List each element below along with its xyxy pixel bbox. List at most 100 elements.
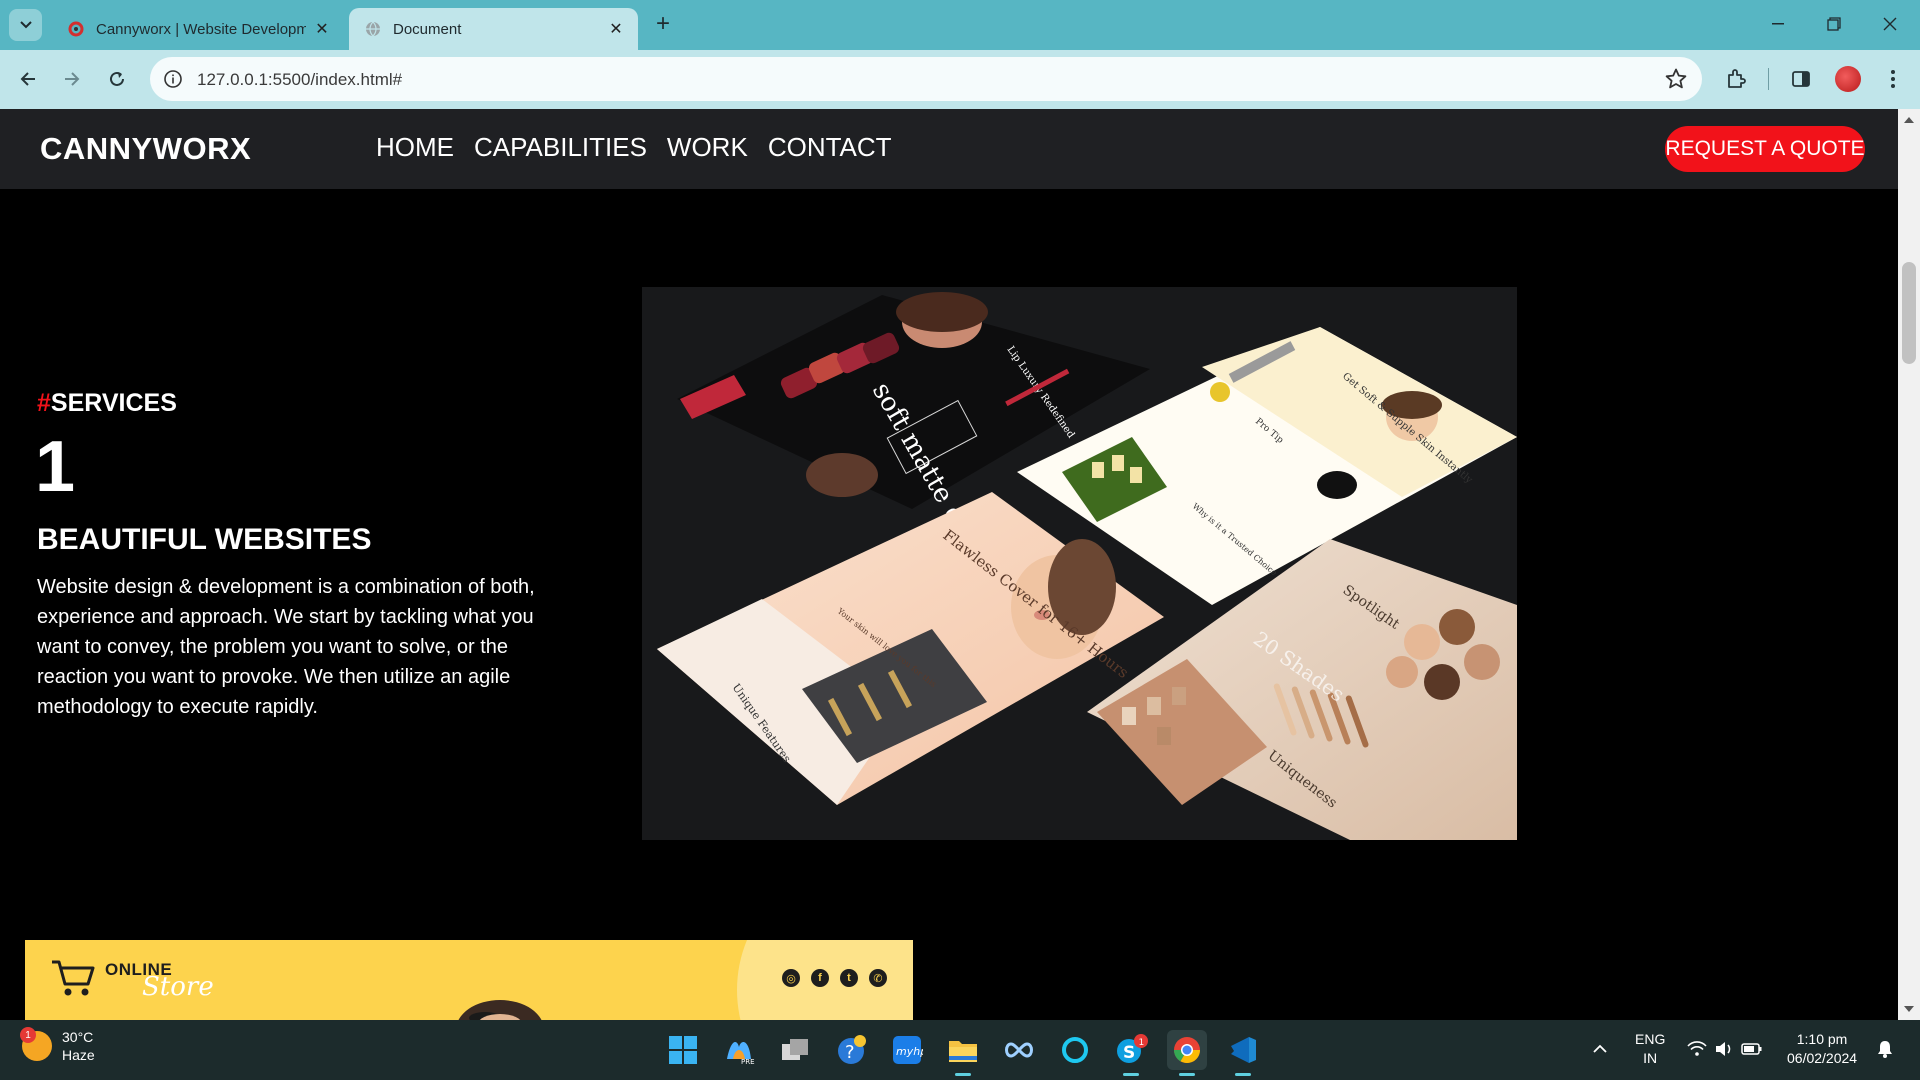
- weather-temperature: 30°C: [62, 1029, 94, 1045]
- nav-capabilities[interactable]: CAPABILITIES: [474, 132, 647, 163]
- puzzle-icon: [1728, 69, 1746, 88]
- extensions-button[interactable]: [1723, 66, 1749, 92]
- bookmark-star-icon[interactable]: [1664, 67, 1688, 91]
- side-panel-icon: [1792, 71, 1810, 87]
- language-indicator[interactable]: ENG IN: [1635, 1030, 1665, 1068]
- chrome-app[interactable]: [1167, 1030, 1207, 1076]
- store-logo-store: Store: [142, 972, 214, 1002]
- svg-text:PRE: PRE: [741, 1058, 755, 1065]
- file-explorer-app[interactable]: [943, 1030, 983, 1076]
- weather-sun-icon: 1: [20, 1027, 52, 1061]
- weather-badge: 1: [20, 1027, 36, 1043]
- weather-widget[interactable]: 1 30°C Haze: [20, 1027, 95, 1064]
- minimize-button[interactable]: [1750, 0, 1805, 48]
- tab-search-button[interactable]: [9, 9, 42, 41]
- cortana-app[interactable]: [1055, 1030, 1095, 1070]
- meta-app[interactable]: [999, 1030, 1039, 1070]
- section-tag-hash: #: [37, 389, 51, 417]
- service-title: BEAUTIFUL WEBSITES: [37, 523, 372, 556]
- section-tag-label: SERVICES: [50, 389, 177, 417]
- scrollbar-thumb[interactable]: [1902, 262, 1916, 364]
- weather-condition: Haze: [62, 1047, 95, 1063]
- myhp-app[interactable]: myhp: [887, 1030, 927, 1070]
- reload-button[interactable]: [102, 64, 132, 94]
- service-description: Website design & development is a combin…: [37, 576, 535, 718]
- toolbar-separator: [1768, 68, 1769, 90]
- help-app[interactable]: ?: [831, 1030, 871, 1070]
- profile-avatar[interactable]: [1835, 66, 1861, 92]
- nav-home[interactable]: HOME: [376, 132, 454, 163]
- browser-toolbar: 127.0.0.1:5500/index.html#: [0, 50, 1920, 109]
- reload-icon: [110, 71, 124, 86]
- svg-text:S: S: [1123, 1043, 1135, 1063]
- tab-cannyworx[interactable]: Cannyworx | Website Developm ✕: [52, 8, 344, 50]
- request-quote-button[interactable]: REQUEST A QUOTE: [1665, 126, 1865, 172]
- globe-icon: [366, 21, 380, 37]
- show-hidden-icons[interactable]: [1592, 1040, 1608, 1059]
- restore-icon: [1826, 17, 1841, 31]
- minimize-icon: [1771, 23, 1784, 25]
- start-button[interactable]: [663, 1030, 703, 1070]
- language-code: ENG: [1635, 1031, 1666, 1047]
- address-bar[interactable]: 127.0.0.1:5500/index.html#: [150, 57, 1702, 101]
- close-window-button[interactable]: [1862, 0, 1917, 48]
- page-viewport: CANNYWORX HOME CAPABILITIES WORK CONTACT…: [0, 109, 1898, 1020]
- quick-settings[interactable]: [1686, 1039, 1766, 1064]
- facebook-icon[interactable]: f: [811, 969, 829, 987]
- whatsapp-icon[interactable]: ✆: [869, 969, 887, 987]
- svg-text:myhp: myhp: [896, 1045, 923, 1058]
- url-text[interactable]: 127.0.0.1:5500/index.html#: [197, 70, 402, 90]
- task-view-app[interactable]: [775, 1030, 815, 1070]
- new-tab-button[interactable]: +: [650, 10, 676, 37]
- cannyworx-favicon-icon: [68, 21, 84, 37]
- restore-button[interactable]: [1806, 0, 1861, 48]
- service-number: 1: [35, 427, 76, 507]
- site-header: CANNYWORX HOME CAPABILITIES WORK CONTACT…: [0, 109, 1898, 189]
- mockup-card-foundation: Flawless Cover for 16+ Hours Your skin w…: [657, 492, 1164, 805]
- notifications-button[interactable]: [1876, 1039, 1894, 1064]
- task-view-icon: [782, 1039, 808, 1060]
- windows-logo-icon: [669, 1036, 697, 1064]
- skype-badge: 1: [1139, 1038, 1145, 1048]
- myhp-icon: myhp: [893, 1036, 923, 1064]
- website-mockups-image: soft matte cream Lip Luxury Redefined Ge…: [642, 287, 1517, 840]
- taskbar-apps: PRE ? myhp S1: [663, 1030, 1263, 1076]
- clock[interactable]: 1:10 pm 06/02/2024: [1787, 1030, 1857, 1068]
- chrome-icon: [1173, 1037, 1201, 1064]
- clock-time: 1:10 pm: [1796, 1031, 1848, 1047]
- forward-button[interactable]: [57, 64, 87, 94]
- site-nav: HOME CAPABILITIES WORK CONTACT: [376, 132, 892, 163]
- browser-menu-button[interactable]: [1880, 66, 1906, 92]
- folder-icon: [949, 1041, 977, 1062]
- close-tab-icon[interactable]: ✕: [312, 19, 332, 39]
- instagram-icon[interactable]: ◎: [782, 969, 800, 987]
- network-volume-battery-icons: [1687, 1041, 1762, 1056]
- scroll-up-arrow[interactable]: [1904, 117, 1914, 123]
- copilot-app[interactable]: PRE: [719, 1030, 759, 1070]
- site-logo[interactable]: CANNYWORX: [40, 131, 251, 167]
- back-button[interactable]: [13, 64, 43, 94]
- page-scrollbar[interactable]: [1898, 109, 1920, 1020]
- mockups-illustration: soft matte cream Lip Luxury Redefined Ge…: [657, 292, 1517, 840]
- cortana-ring-icon: [1062, 1037, 1088, 1063]
- forward-arrow-icon: [65, 72, 80, 86]
- twitter-icon[interactable]: t: [840, 969, 858, 987]
- online-store-banner: ONLINE Store ◎ f t ✆: [25, 940, 913, 1020]
- model-photo: [458, 1000, 542, 1020]
- mockup-card-shades: Spotlight 20 Shades Uniqueness: [1087, 539, 1517, 840]
- vscode-app[interactable]: [1223, 1030, 1263, 1076]
- nav-contact[interactable]: CONTACT: [768, 132, 892, 163]
- more-vertical-icon: [1891, 70, 1895, 88]
- skype-app[interactable]: S1: [1111, 1030, 1151, 1076]
- scroll-down-arrow[interactable]: [1904, 1006, 1914, 1012]
- nav-work[interactable]: WORK: [667, 132, 748, 163]
- chevron-up-icon: [1593, 1044, 1607, 1053]
- tab-title: Document: [393, 20, 462, 38]
- close-tab-icon[interactable]: ✕: [606, 19, 626, 39]
- skype-icon: S1: [1117, 1034, 1148, 1063]
- tab-document[interactable]: Document ✕: [349, 8, 638, 50]
- back-arrow-icon: [20, 72, 35, 86]
- side-panel-button[interactable]: [1788, 66, 1814, 92]
- site-info-icon[interactable]: [162, 68, 184, 90]
- clock-date: 06/02/2024: [1787, 1050, 1858, 1066]
